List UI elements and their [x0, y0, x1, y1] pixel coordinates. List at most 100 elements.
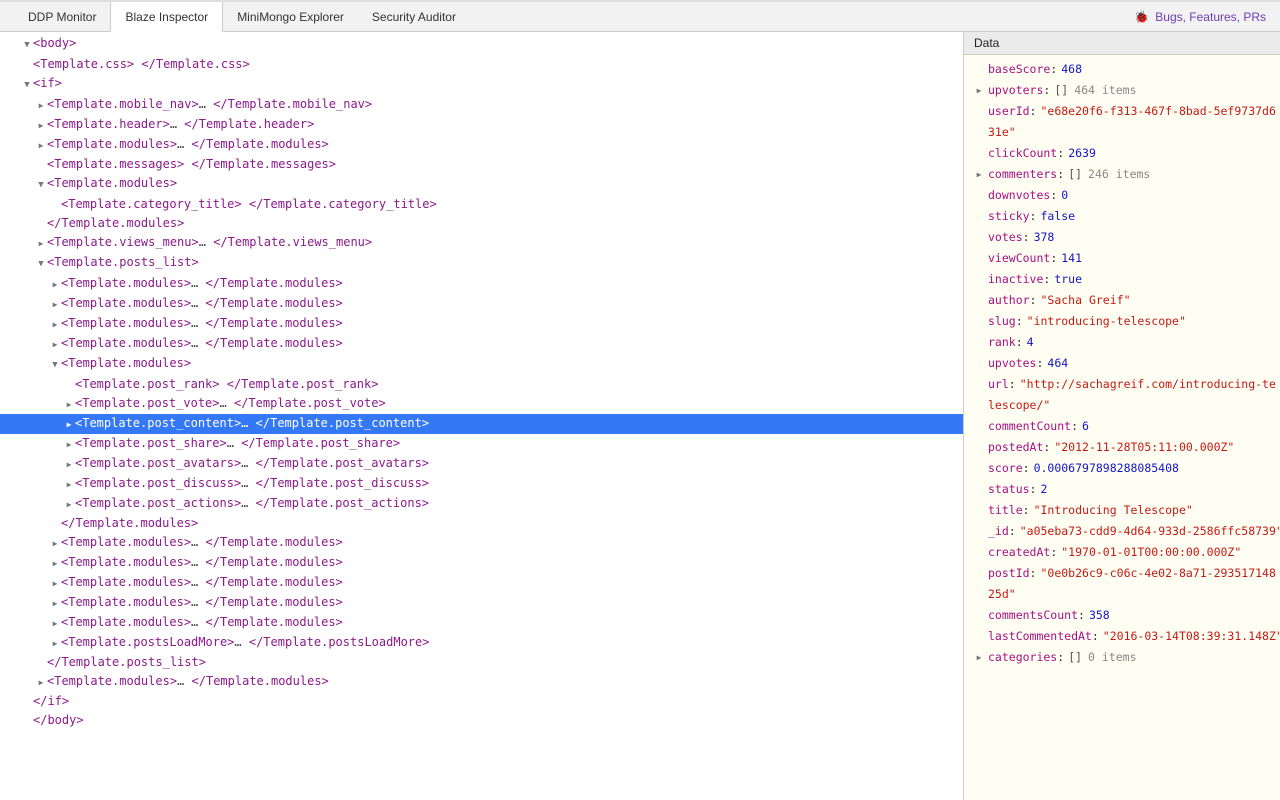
chevron-down-icon[interactable]: ▼ — [50, 356, 60, 375]
chevron-down-icon[interactable]: ▼ — [36, 255, 46, 274]
chevron-right-icon[interactable]: ▶ — [64, 395, 74, 414]
chevron-right-icon[interactable]: ▶ — [50, 295, 60, 314]
chevron-right-icon[interactable]: ▶ — [50, 275, 60, 294]
data-row[interactable]: lastCommentedAt:"2016-03-14T08:39:31.148… — [972, 626, 1280, 647]
bugs-features-link[interactable]: 🐞 Bugs, Features, PRs — [1120, 2, 1280, 31]
tab-blaze-inspector[interactable]: Blaze Inspector — [110, 2, 223, 32]
tree-row[interactable]: ▶<Template.modules>… </Template.modules> — [0, 294, 963, 314]
tree-row[interactable]: ▶<Template.post_actions>… </Template.pos… — [0, 494, 963, 514]
data-row[interactable]: postedAt:"2012-11-28T05:11:00.000Z" — [972, 437, 1280, 458]
tree-row[interactable]: <Template.messages> </Template.messages> — [0, 155, 963, 174]
tree-row[interactable]: ▼<body> — [0, 34, 963, 55]
data-row[interactable]: slug:"introducing-telescope" — [972, 311, 1280, 332]
data-row[interactable]: title:"Introducing Telescope" — [972, 500, 1280, 521]
chevron-right-icon[interactable]: ▶ — [50, 335, 60, 354]
chevron-right-icon[interactable]: ▶ — [50, 574, 60, 593]
chevron-right-icon[interactable]: ▶ — [50, 554, 60, 573]
tree-row[interactable]: ▶<Template.modules>… </Template.modules> — [0, 672, 963, 692]
chevron-right-icon[interactable]: ▶ — [64, 455, 74, 474]
tree-row[interactable]: ▼<Template.posts_list> — [0, 253, 963, 274]
chevron-right-icon[interactable]: ▶ — [50, 534, 60, 553]
tree-row[interactable]: <Template.post_rank> </Template.post_ran… — [0, 375, 963, 394]
chevron-right-icon[interactable]: ▶ — [50, 594, 60, 613]
tree-row[interactable]: ▶<Template.post_vote>… </Template.post_v… — [0, 394, 963, 414]
data-hint: 464 items — [1074, 83, 1136, 97]
tree-row[interactable]: ▶<Template.views_menu>… </Template.views… — [0, 233, 963, 253]
tree-row[interactable]: ▼<Template.modules> — [0, 354, 963, 375]
tree-row[interactable]: </body> — [0, 711, 963, 730]
tree-row[interactable]: ▶<Template.modules>… </Template.modules> — [0, 274, 963, 294]
chevron-down-icon[interactable]: ▼ — [22, 36, 32, 55]
chevron-right-icon[interactable]: ▶ — [36, 234, 46, 253]
chevron-right-icon[interactable]: ▶ — [974, 164, 984, 185]
chevron-right-icon[interactable]: ▶ — [36, 136, 46, 155]
tree-row[interactable]: ▶<Template.post_discuss>… </Template.pos… — [0, 474, 963, 494]
template-tree[interactable]: ▼<body><Template.css> </Template.css>▼<i… — [0, 32, 963, 800]
data-row[interactable]: commentsCount:358 — [972, 605, 1280, 626]
data-row[interactable]: clickCount:2639 — [972, 143, 1280, 164]
chevron-right-icon[interactable]: ▶ — [36, 116, 46, 135]
tab-ddp-monitor[interactable]: DDP Monitor — [14, 2, 110, 31]
data-row[interactable]: ▶commenters:[]246 items — [972, 164, 1280, 185]
tree-row[interactable]: </if> — [0, 692, 963, 711]
tree-row[interactable]: ▶<Template.modules>… </Template.modules> — [0, 573, 963, 593]
data-row[interactable]: ▶categories:[]0 items — [972, 647, 1280, 668]
tree-row[interactable]: ▶<Template.modules>… </Template.modules> — [0, 593, 963, 613]
chevron-down-icon[interactable]: ▼ — [22, 76, 32, 95]
tree-row[interactable]: ▶<Template.modules>… </Template.modules> — [0, 613, 963, 633]
tree-row[interactable]: <Template.category_title> </Template.cat… — [0, 195, 963, 214]
data-row[interactable]: viewCount:141 — [972, 248, 1280, 269]
tree-row[interactable]: ▶<Template.modules>… </Template.modules> — [0, 314, 963, 334]
tree-row[interactable]: ▶<Template.modules>… </Template.modules> — [0, 533, 963, 553]
data-row[interactable]: createdAt:"1970-01-01T00:00:00.000Z" — [972, 542, 1280, 563]
data-row[interactable]: status:2 — [972, 479, 1280, 500]
tree-row[interactable]: </Template.posts_list> — [0, 653, 963, 672]
data-row[interactable]: inactive:true — [972, 269, 1280, 290]
data-row[interactable]: sticky:false — [972, 206, 1280, 227]
tree-row[interactable]: </Template.modules> — [0, 514, 963, 533]
tree-row[interactable]: ▶<Template.header>… </Template.header> — [0, 115, 963, 135]
data-row[interactable]: commentCount:6 — [972, 416, 1280, 437]
tree-row[interactable]: ▶<Template.modules>… </Template.modules> — [0, 553, 963, 573]
data-row[interactable]: ▶upvoters:[]464 items — [972, 80, 1280, 101]
chevron-right-icon[interactable]: ▶ — [50, 634, 60, 653]
data-value: false — [1040, 209, 1075, 223]
tree-row[interactable]: </Template.modules> — [0, 214, 963, 233]
data-row[interactable]: userId:"e68e20f6-f313-467f-8bad-5ef9737d… — [972, 101, 1280, 143]
data-row[interactable]: downvotes:0 — [972, 185, 1280, 206]
tree-row[interactable]: <Template.css> </Template.css> — [0, 55, 963, 74]
chevron-right-icon[interactable]: ▶ — [36, 96, 46, 115]
chevron-right-icon[interactable]: ▶ — [64, 495, 74, 514]
tree-row[interactable]: ▶<Template.postsLoadMore>… </Template.po… — [0, 633, 963, 653]
chevron-right-icon[interactable]: ▶ — [974, 647, 984, 668]
tree-row[interactable]: ▶<Template.modules>… </Template.modules> — [0, 135, 963, 155]
tab-security-auditor[interactable]: Security Auditor — [358, 2, 470, 31]
tree-row[interactable]: ▼<Template.modules> — [0, 174, 963, 195]
data-row[interactable]: upvotes:464 — [972, 353, 1280, 374]
tree-row[interactable]: ▶<Template.mobile_nav>… </Template.mobil… — [0, 95, 963, 115]
chevron-right-icon[interactable]: ▶ — [50, 315, 60, 334]
tab-minimongo-explorer[interactable]: MiniMongo Explorer — [223, 2, 358, 31]
data-panel-body[interactable]: baseScore:468▶upvoters:[]464 itemsuserId… — [964, 55, 1280, 800]
tree-row[interactable]: ▶<Template.post_avatars>… </Template.pos… — [0, 454, 963, 474]
data-row[interactable]: baseScore:468 — [972, 59, 1280, 80]
data-row[interactable]: url:"http://sachagreif.com/introducing-t… — [972, 374, 1280, 416]
tree-row[interactable]: ▶<Template.modules>… </Template.modules> — [0, 334, 963, 354]
chevron-right-icon[interactable]: ▶ — [64, 415, 74, 434]
chevron-right-icon[interactable]: ▶ — [36, 673, 46, 692]
chevron-right-icon[interactable]: ▶ — [974, 80, 984, 101]
data-row[interactable]: votes:378 — [972, 227, 1280, 248]
chevron-right-icon[interactable]: ▶ — [50, 614, 60, 633]
chevron-right-icon[interactable]: ▶ — [64, 435, 74, 454]
tree-row[interactable]: ▼<if> — [0, 74, 963, 95]
tree-row[interactable]: ▶<Template.post_share>… </Template.post_… — [0, 434, 963, 454]
chevron-right-icon[interactable]: ▶ — [64, 475, 74, 494]
data-row[interactable]: rank:4 — [972, 332, 1280, 353]
data-hint: 0 items — [1088, 650, 1136, 664]
data-row[interactable]: score:0.0006797898288085408 — [972, 458, 1280, 479]
data-row[interactable]: _id:"a05eba73-cdd9-4d64-933d-2586ffc5873… — [972, 521, 1280, 542]
tree-row[interactable]: ▶<Template.post_content>… </Template.pos… — [0, 414, 963, 434]
data-row[interactable]: author:"Sacha Greif" — [972, 290, 1280, 311]
chevron-down-icon[interactable]: ▼ — [36, 176, 46, 195]
data-row[interactable]: postId:"0e0b26c9-c06c-4e02-8a71-29351714… — [972, 563, 1280, 605]
